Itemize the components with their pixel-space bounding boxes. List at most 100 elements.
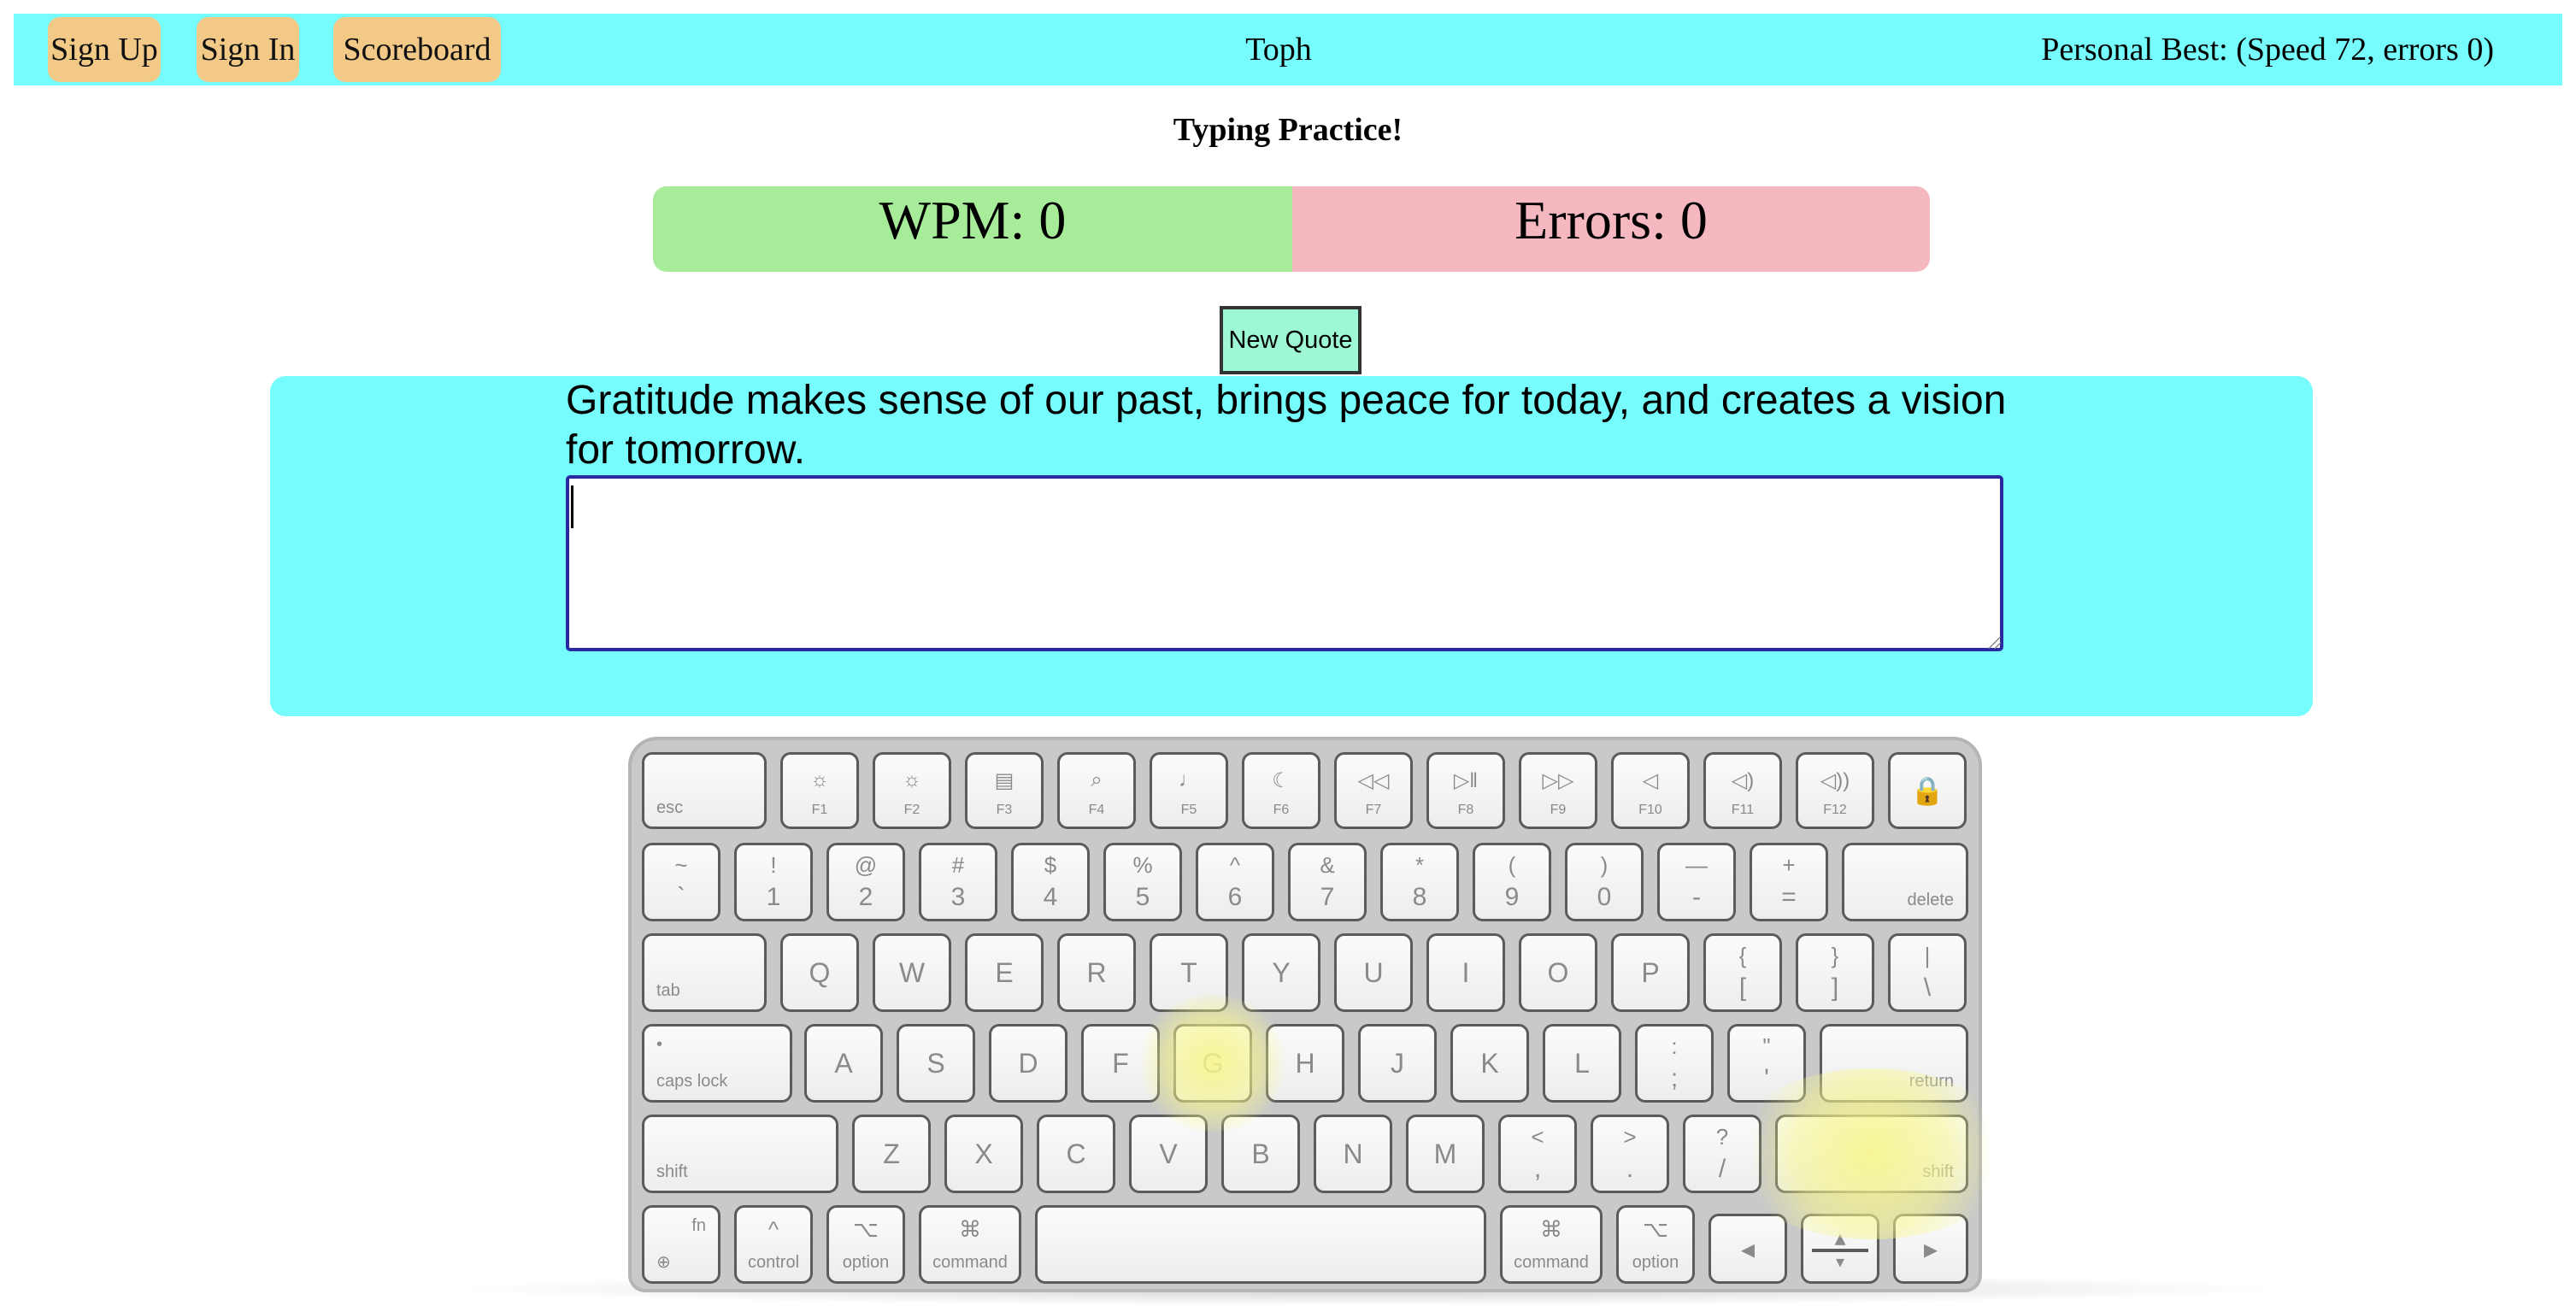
key-8-label: * [1414, 852, 1425, 878]
f11-key-label: F11 [1731, 803, 1755, 817]
control-key: ^ control [734, 1205, 813, 1284]
key-1: ! 1 [734, 843, 813, 921]
return-key: return [1820, 1024, 1968, 1103]
arrow-right-key: ▸ [1893, 1214, 1968, 1284]
sign-up-button[interactable]: Sign Up [48, 17, 161, 82]
key-d: D [989, 1024, 1067, 1103]
return-key-label: return [1908, 1072, 1954, 1091]
key-q: Q [780, 933, 859, 1012]
key-`-label: ~ [674, 852, 688, 878]
stats-bar: WPM: 0 Errors: 0 [653, 186, 1930, 272]
caps-lock-key-label: • [656, 1035, 663, 1054]
left-command-key-label: ⌘ [959, 1216, 981, 1242]
f2-key: ☼ F2 [873, 752, 951, 829]
key-8: * 8 [1380, 843, 1459, 921]
key-v-label: V [1159, 1138, 1178, 1169]
fn-key: fn ⊕ [642, 1205, 720, 1284]
key-z-label: Z [883, 1138, 900, 1169]
key-t-label: T [1180, 957, 1197, 988]
key-0-label: ) [1600, 852, 1609, 878]
f9-key-label: F9 [1550, 803, 1567, 817]
key-9-label: 9 [1504, 883, 1520, 911]
key-punct-1-label: ' [1764, 1064, 1769, 1092]
tab-key: tab [642, 933, 767, 1012]
f2-key-label: F2 [903, 803, 920, 817]
key-i-label: I [1461, 957, 1470, 988]
esc-key: esc [642, 752, 767, 829]
key-4: $4 [1011, 843, 1090, 921]
new-quote-button[interactable]: New Quote [1220, 306, 1362, 374]
sign-in-button[interactable]: Sign In [197, 17, 299, 82]
key-0: ) 0 [1565, 843, 1644, 921]
right-shift-key: shift [1775, 1115, 1968, 1193]
key-w-label: W [898, 957, 926, 988]
key-bracket-2-label: | [1924, 943, 1931, 968]
key-g-label: G [1202, 1048, 1224, 1079]
key-3-label: # [951, 852, 965, 878]
key-bottom-punct-0-label: , [1533, 1155, 1542, 1183]
key-m-label: M [1433, 1138, 1457, 1169]
key-bracket-0-label: [ [1738, 974, 1747, 1002]
key-l: L [1543, 1024, 1621, 1103]
key-9: (9 [1473, 843, 1551, 921]
right-command-key-label: command [1514, 1253, 1589, 1272]
key-k: K [1450, 1024, 1529, 1103]
f4-key-label: ⌕ [1091, 768, 1103, 791]
key-f: F [1081, 1024, 1160, 1103]
key-4-label: 4 [1043, 883, 1058, 911]
f8-key-label: F8 [1457, 803, 1474, 817]
key-e-label: E [995, 957, 1014, 988]
f4-key-label: F4 [1088, 803, 1105, 817]
left-shift-key: shift [642, 1115, 838, 1193]
key-bottom-punct-1-label: > [1623, 1124, 1637, 1150]
key-bottom-punct-0: <, [1498, 1115, 1577, 1193]
typing-input[interactable] [566, 475, 2003, 651]
f4-key: ⌕ F4 [1057, 752, 1136, 829]
key-i: I [1426, 933, 1505, 1012]
key-=: + = [1750, 843, 1828, 921]
arrow-up-down-key-label: ▴ [1834, 1225, 1846, 1250]
space-key [1035, 1205, 1486, 1284]
key-s-label: S [926, 1048, 945, 1079]
key-y-label: Y [1272, 957, 1291, 988]
key-3: #3 [919, 843, 997, 921]
caps-lock-key-label: caps lock [656, 1072, 728, 1091]
errors-counter: Errors: 0 [1292, 186, 1930, 272]
key-punct-0-label: : [1671, 1033, 1678, 1059]
key-1-label: ! [770, 852, 777, 878]
key-j: J [1358, 1024, 1437, 1103]
key-u-label: U [1363, 957, 1384, 988]
key-bottom-punct-1-label: . [1626, 1155, 1634, 1183]
f5-key-label: F5 [1180, 803, 1197, 817]
key-0-label: 0 [1597, 883, 1612, 911]
brand-link[interactable]: Toph [1236, 14, 1321, 85]
key-5: % 5 [1103, 843, 1182, 921]
key-bottom-punct-2: ? / [1683, 1115, 1761, 1193]
key-l-label: L [1574, 1048, 1590, 1079]
key-bottom-punct-2-label: / [1718, 1155, 1726, 1183]
f12-key: ◁)) F12 [1796, 752, 1874, 829]
key--: — - [1657, 843, 1736, 921]
esc-key-label: esc [656, 798, 684, 817]
left-shift-key-label: shift [656, 1162, 688, 1181]
right-option-key: ⌥ option [1616, 1205, 1695, 1284]
arrow-left-key-label: ◂ [1740, 1233, 1756, 1264]
key-x-label: X [974, 1138, 993, 1169]
key-d-label: D [1018, 1048, 1038, 1079]
f10-key-label: F10 [1638, 803, 1662, 817]
key-`-label: ` [677, 883, 685, 911]
key-6-label: 6 [1227, 883, 1243, 911]
scoreboard-button[interactable]: Scoreboard [333, 17, 501, 82]
key-bracket-2: | \ [1888, 933, 1967, 1012]
left-command-key: ⌘ command [919, 1205, 1021, 1284]
arrow-up-down-key-label: ▾ [1835, 1253, 1845, 1272]
key---label: — [1685, 852, 1708, 878]
f11-key-label: ◁) [1731, 769, 1755, 792]
key-k-label: K [1480, 1048, 1499, 1079]
key-bottom-punct-2-label: ? [1715, 1124, 1729, 1150]
control-key-label: control [747, 1253, 800, 1272]
key-c: C [1037, 1115, 1115, 1193]
key-9-label: ( [1508, 852, 1516, 878]
key-5-label: 5 [1135, 883, 1150, 911]
caps-lock-key: • caps lock [642, 1024, 792, 1103]
